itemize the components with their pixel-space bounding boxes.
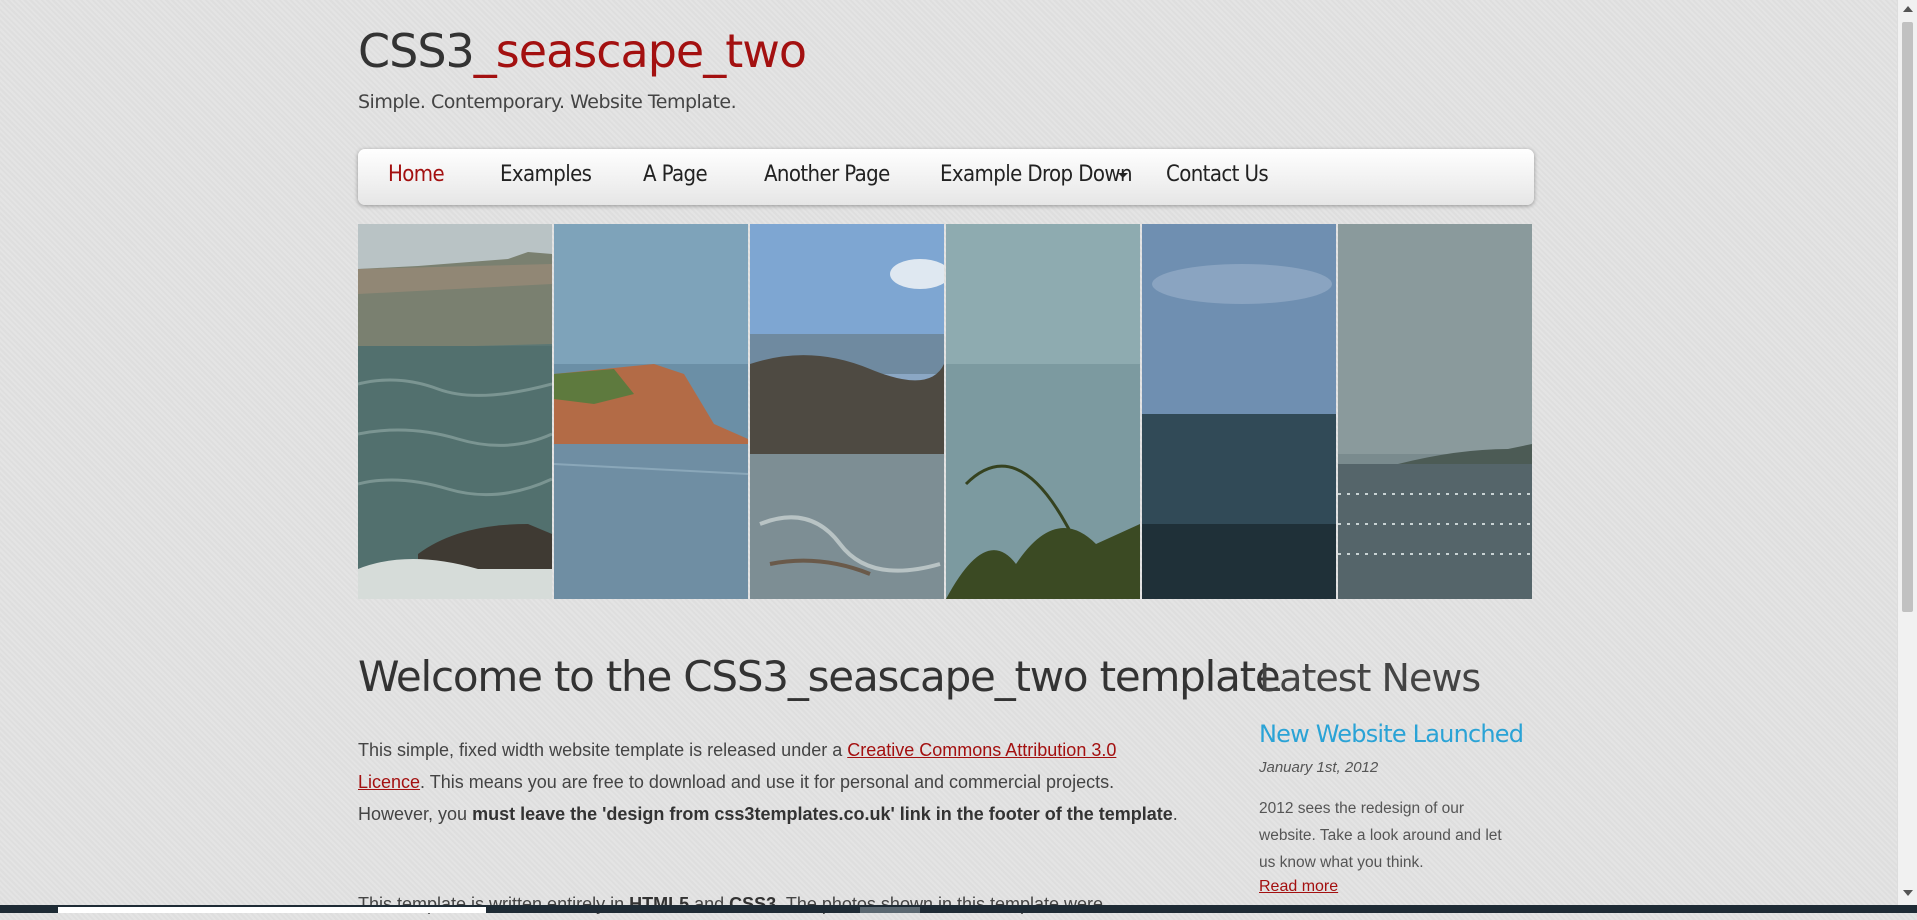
taskbar (0, 905, 1917, 913)
intro-paragraph: This simple, fixed width website templat… (358, 734, 1178, 830)
blue-sea-photo (1142, 224, 1336, 599)
nav-home[interactable]: Home (388, 162, 445, 187)
scroll-down-icon[interactable] (1903, 890, 1913, 896)
caret-down-icon[interactable] (1118, 173, 1128, 178)
nav-example-drop-down[interactable]: Example Drop Down (940, 162, 1133, 187)
red-cliff-photo (554, 224, 748, 599)
nav-examples[interactable]: Examples (500, 162, 592, 187)
taskbar-segment (860, 907, 920, 913)
intro-text-3: . (1172, 804, 1178, 824)
nav-a-page[interactable]: A Page (643, 162, 708, 187)
slideshow (358, 224, 1534, 599)
glittering-sea-photo (1338, 224, 1532, 599)
read-more-link[interactable]: Read more (1259, 878, 1338, 896)
calm-sea-photo (946, 224, 1140, 599)
news-title-link[interactable]: New Website Launched (1259, 720, 1524, 748)
second-paragraph: This template is written entirely in HTM… (358, 888, 1178, 920)
intro-text-1: This simple, fixed width website templat… (358, 740, 848, 760)
rocky-shore-photo (750, 224, 944, 599)
site-slogan: Simple. Contemporary. Website Template. (358, 91, 737, 113)
nav-another-page[interactable]: Another Page (764, 162, 890, 187)
news-body: 2012 sees the redesign of our website. T… (1259, 800, 1502, 871)
page-title: Welcome to the CSS3_seascape_two templat… (358, 652, 1281, 701)
sea-cliff-photo (358, 224, 552, 599)
site-logo[interactable]: CSS3_seascape_two (358, 24, 807, 78)
intro-bold: must leave the 'design from css3template… (472, 804, 1173, 824)
nav-contact-us[interactable]: Contact Us (1166, 162, 1269, 187)
logo-main: CSS3 (358, 24, 475, 78)
sidebar-heading: Latest News (1259, 656, 1481, 700)
vertical-scrollbar[interactable] (1897, 0, 1917, 905)
main-menu: Home Examples A Page Another Page Exampl… (358, 149, 1534, 205)
taskbar-segment (58, 907, 486, 913)
scrollbar-thumb[interactable] (1902, 22, 1913, 612)
news-date: January 1st, 2012 (1259, 759, 1379, 776)
logo-accent: _seascape_two (473, 24, 807, 78)
scroll-up-icon[interactable] (1903, 6, 1913, 12)
